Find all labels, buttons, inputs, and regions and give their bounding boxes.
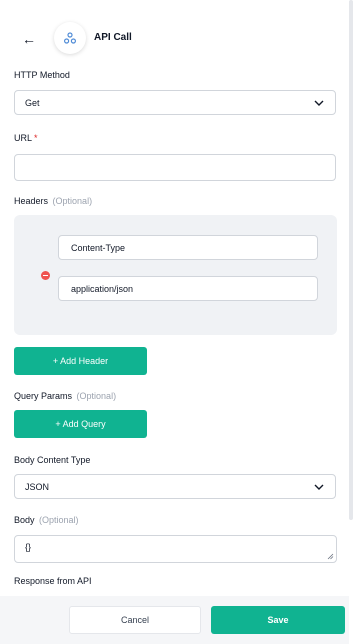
add-query-button[interactable]: + Add Query — [14, 410, 147, 438]
http-method-value: Get — [25, 97, 40, 108]
body-content-type-label: Body Content Type — [14, 455, 91, 465]
resize-handle-icon[interactable] — [327, 553, 334, 560]
body-label: Body (Optional) — [14, 515, 79, 525]
query-params-label: Query Params (Optional) — [14, 391, 117, 401]
headers-label: Headers (Optional) — [14, 196, 93, 206]
chevron-down-icon — [314, 484, 324, 490]
page-title: API Call — [94, 32, 132, 43]
webhook-icon — [54, 22, 86, 54]
header-value-input[interactable]: application/json — [58, 276, 318, 301]
save-button[interactable]: Save — [211, 606, 345, 634]
body-content-type-value: JSON — [25, 481, 50, 492]
http-method-select[interactable]: Get — [14, 90, 336, 115]
add-header-button[interactable]: + Add Header — [14, 347, 147, 375]
api-call-panel: ← API Call HTTP Method Get URL * Headers … — [0, 0, 349, 644]
remove-header-icon[interactable] — [41, 271, 50, 280]
body-content-type-select[interactable]: JSON — [14, 474, 336, 499]
response-label: Response from API — [14, 576, 92, 586]
cancel-button[interactable]: Cancel — [69, 606, 201, 634]
header-key-input[interactable]: Content-Type — [58, 235, 318, 260]
headers-container — [14, 215, 337, 335]
http-method-label: HTTP Method — [14, 70, 70, 80]
chevron-down-icon — [314, 100, 324, 106]
url-label: URL * — [14, 133, 38, 143]
url-input[interactable] — [14, 154, 336, 181]
scrollbar[interactable] — [349, 0, 353, 520]
back-arrow-icon[interactable]: ← — [22, 31, 36, 47]
body-textarea[interactable]: {} — [14, 535, 337, 563]
